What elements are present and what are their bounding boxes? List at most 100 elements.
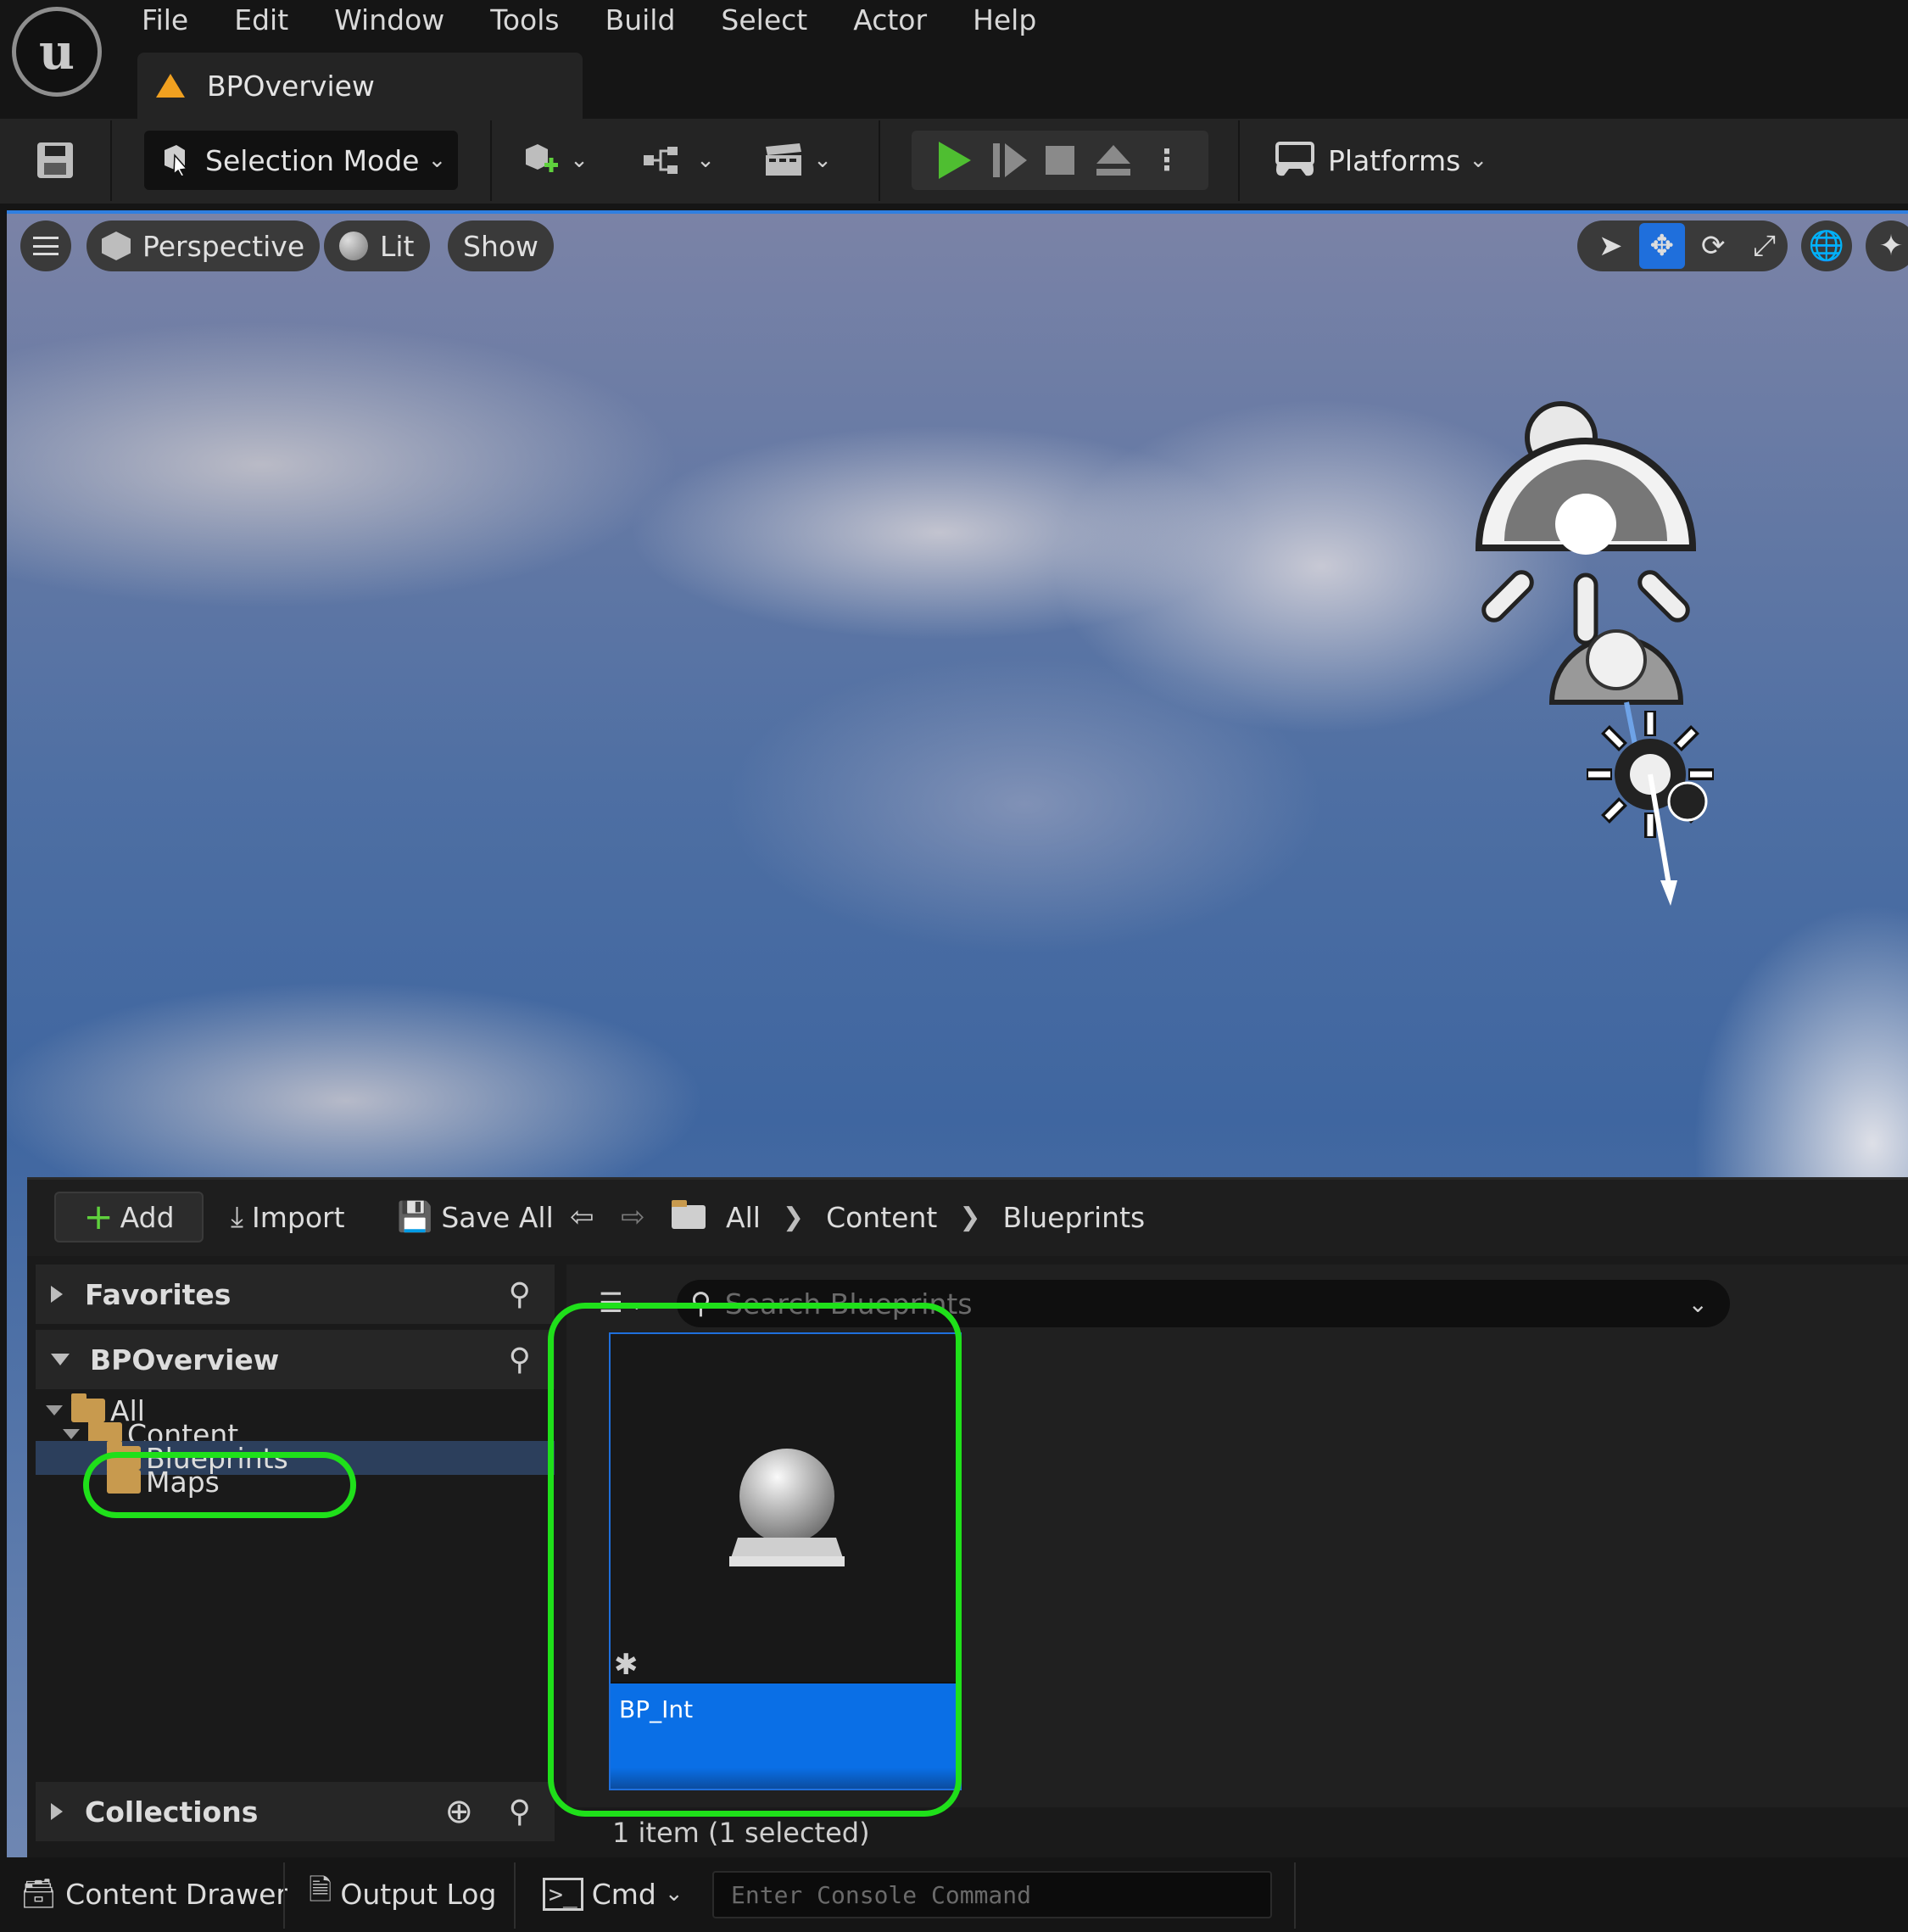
sky-light-icon: [1475, 401, 1697, 645]
select-cursor-icon[interactable]: ➤: [1587, 223, 1634, 269]
main-menu: File Edit Window Tools Build Select Acto…: [119, 0, 1059, 41]
gamepad-icon: [1275, 142, 1314, 176]
chevron-down-icon: ⌄: [1469, 148, 1488, 173]
selection-mode-dropdown[interactable]: Selection Mode ⌄: [144, 131, 458, 190]
level-tab[interactable]: BPOverview: [137, 53, 583, 119]
world-local-globe-icon[interactable]: 🌐: [1801, 221, 1852, 271]
search-icon[interactable]: ⚲: [509, 1795, 531, 1829]
content-drawer-button[interactable]: 🗃 Content Drawer: [20, 1866, 287, 1922]
save-all-button[interactable]: 💾 Save All: [397, 1192, 554, 1242]
project-header[interactable]: BPOverview ⚲: [36, 1330, 555, 1389]
forward-arrow-icon: ⇨: [621, 1200, 645, 1234]
perspective-label: Perspective: [142, 229, 305, 263]
toolbar-divider: [879, 120, 880, 201]
save-icon: [37, 142, 73, 178]
collections-label: Collections: [85, 1795, 259, 1829]
add-button[interactable]: + Add: [54, 1192, 204, 1242]
lit-label: Lit: [380, 229, 415, 263]
cmd-label: Cmd: [591, 1877, 656, 1911]
viewport-options-button[interactable]: [20, 221, 71, 271]
directional-light-icon: [1587, 711, 1714, 906]
breadcrumb-blueprints[interactable]: Blueprints: [1002, 1201, 1145, 1234]
back-arrow-icon: ⇦: [570, 1200, 594, 1234]
scale-icon[interactable]: ⤢: [1742, 223, 1788, 269]
clapperboard-icon: [766, 143, 802, 176]
selection-mode-label: Selection Mode: [205, 143, 420, 177]
show-label: Show: [463, 229, 539, 263]
collections-header[interactable]: Collections ⊕ ⚲: [36, 1782, 555, 1841]
advance-frame-icon[interactable]: [993, 143, 1027, 177]
more-options-icon[interactable]: ⋮: [1152, 143, 1181, 177]
show-button[interactable]: Show: [448, 221, 555, 271]
collapse-arrow-icon: [46, 1405, 63, 1415]
chevron-right-icon[interactable]: ❯: [959, 1203, 980, 1232]
menu-edit[interactable]: Edit: [211, 0, 311, 41]
collapse-arrow-icon: [51, 1354, 70, 1365]
stop-icon[interactable]: [1046, 146, 1074, 175]
output-log-label: Output Log: [340, 1877, 497, 1911]
menu-select[interactable]: Select: [698, 0, 830, 41]
cube-icon: [102, 232, 131, 260]
surface-snap-icon[interactable]: ✦: [1866, 221, 1908, 271]
eject-icon[interactable]: [1096, 145, 1130, 176]
menu-file[interactable]: File: [119, 0, 211, 41]
menu-help[interactable]: Help: [950, 0, 1059, 41]
highlight-blueprints-folder: [83, 1452, 356, 1518]
chevron-down-icon: ⌄: [813, 148, 832, 173]
menu-build[interactable]: Build: [583, 0, 699, 41]
expand-arrow-icon: [51, 1286, 63, 1303]
forward-button[interactable]: ⇨: [621, 1192, 654, 1242]
status-bar-divider: [283, 1862, 285, 1929]
chevron-down-icon[interactable]: ⌄: [1688, 1290, 1708, 1318]
collapse-arrow-icon: [63, 1429, 80, 1439]
content-drawer-label: Content Drawer: [65, 1877, 287, 1911]
view-mode-button[interactable]: Lit: [324, 221, 430, 271]
play-icon[interactable]: [939, 142, 971, 179]
scene-light-gizmos[interactable]: [1457, 371, 1728, 914]
breadcrumb: All ❯ Content ❯ Blueprints: [672, 1192, 1145, 1242]
breadcrumb-content[interactable]: Content: [826, 1201, 937, 1234]
add-actor-icon: [526, 144, 559, 172]
status-bar-divider: [1294, 1862, 1296, 1929]
chevron-down-icon: ⌄: [696, 148, 715, 173]
highlight-asset-tile: [548, 1303, 962, 1817]
platforms-dropdown[interactable]: Platforms ⌄: [1272, 131, 1492, 190]
chevron-right-icon[interactable]: ❯: [783, 1203, 804, 1232]
folder-icon: [672, 1200, 706, 1229]
output-log-icon: 🗎: [309, 1873, 332, 1907]
menu-window[interactable]: Window: [311, 0, 467, 41]
search-icon[interactable]: ⚲: [509, 1277, 531, 1312]
project-label: BPOverview: [90, 1343, 280, 1376]
add-collection-icon[interactable]: ⊕: [444, 1792, 473, 1831]
back-button[interactable]: ⇦: [570, 1192, 603, 1242]
save-button[interactable]: [25, 131, 85, 190]
content-browser-toolbar: + Add ⤓ Import 💾 Save All ⇦ ⇨ All ❯ Cont…: [27, 1180, 1908, 1256]
console-input[interactable]: [714, 1873, 1270, 1917]
selection-cursor-icon: [165, 145, 188, 177]
terminal-icon: >_: [543, 1877, 583, 1911]
sources-panel: Favorites ⚲ BPOverview ⚲ All Content Blu…: [36, 1265, 555, 1858]
import-button[interactable]: ⤓ Import: [231, 1192, 345, 1242]
hamburger-icon: [33, 237, 59, 255]
toolbar-divider: [490, 120, 492, 201]
favorites-header[interactable]: Favorites ⚲: [36, 1265, 555, 1324]
perspective-button[interactable]: Perspective: [86, 221, 321, 271]
search-icon[interactable]: ⚲: [509, 1343, 531, 1377]
output-log-button[interactable]: 🗎 Output Log: [309, 1866, 496, 1922]
cinematics-button[interactable]: ⌄: [755, 131, 840, 190]
add-actor-button[interactable]: ⌄: [517, 131, 594, 190]
import-label: Import: [252, 1200, 345, 1234]
menu-tools[interactable]: Tools: [467, 0, 582, 41]
move-arrows-icon[interactable]: ✥: [1638, 223, 1685, 269]
atmosphere-icon: [1548, 629, 1684, 705]
cmd-dropdown[interactable]: >_ Cmd ⌄: [543, 1866, 683, 1922]
chevron-down-icon: ⌄: [427, 148, 447, 173]
rotate-icon[interactable]: ⟳: [1690, 223, 1737, 269]
menu-actor[interactable]: Actor: [830, 0, 950, 41]
breadcrumb-all[interactable]: All: [726, 1201, 761, 1234]
status-bar: 🗃 Content Drawer 🗎 Output Log >_ Cmd ⌄: [0, 1857, 1908, 1932]
unreal-logo-icon[interactable]: u: [12, 7, 102, 97]
play-controls: ⋮: [912, 131, 1208, 190]
blueprints-button[interactable]: ⌄: [636, 131, 721, 190]
blueprint-graph-icon: [644, 147, 678, 174]
